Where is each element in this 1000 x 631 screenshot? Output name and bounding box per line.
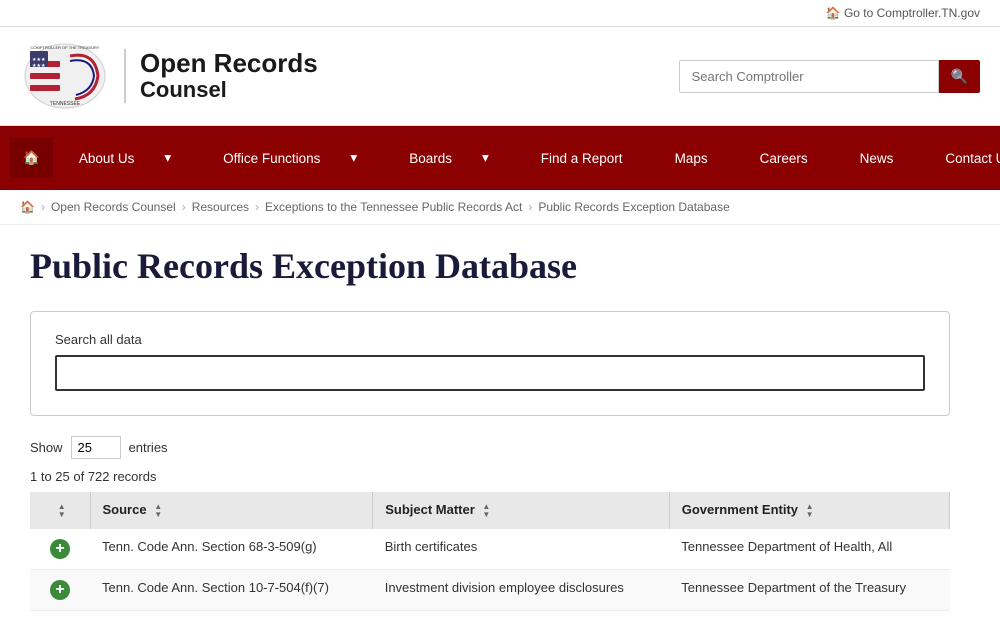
chevron-down-icon: ▾ [469, 138, 502, 178]
main-navbar: 🏠 About Us ▾ Office Functions ▾ Boards ▾… [0, 126, 1000, 190]
comptroller-link[interactable]: Go to Comptroller.TN.gov [844, 6, 980, 20]
main-content: Public Records Exception Database Search… [0, 225, 980, 631]
breadcrumb-sep-4: › [528, 200, 532, 214]
nav-news[interactable]: News [834, 127, 920, 190]
nav-careers[interactable]: Careers [734, 127, 834, 190]
nav-about-link[interactable]: About Us ▾ [53, 126, 197, 190]
row-subject-cell: Birth certificates [373, 529, 670, 570]
sort-icons-subject[interactable]: ▲▼ [482, 503, 490, 519]
nav-office-link[interactable]: Office Functions ▾ [197, 126, 383, 190]
logo-text: Open Records Counsel [124, 49, 318, 104]
table-row: + Tenn. Code Ann. Section 68-3-509(g) Bi… [30, 529, 950, 570]
logo-area: ★★★ ★★★ TENNESSEE COMPTROLLER OF THE TRE… [20, 41, 318, 111]
breadcrumb-orc[interactable]: Open Records Counsel [51, 200, 176, 214]
col-subject: Subject Matter ▲▼ [373, 492, 670, 529]
breadcrumb-resources[interactable]: Resources [192, 200, 249, 214]
col-gov-entity: Government Entity ▲▼ [669, 492, 949, 529]
header-search-area: 🔍 [679, 60, 980, 93]
breadcrumb-sep-1: › [41, 200, 45, 214]
nav-home-link[interactable]: 🏠 [10, 138, 53, 178]
sort-icons-entity[interactable]: ▲▼ [806, 503, 814, 519]
svg-text:TENNESSEE: TENNESSEE [50, 101, 81, 107]
tennessee-seal: ★★★ ★★★ TENNESSEE COMPTROLLER OF THE TRE… [20, 41, 110, 111]
nav-find-report-link[interactable]: Find a Report [515, 127, 649, 190]
nav-boards-link[interactable]: Boards ▾ [383, 126, 515, 190]
expand-button[interactable]: + [50, 580, 70, 600]
records-count: 1 to 25 of 722 records [30, 469, 950, 484]
nav-about[interactable]: About Us ▾ [53, 126, 197, 190]
row-expand-cell: + [30, 569, 90, 610]
site-title-line1: Open Records [140, 49, 318, 78]
table-body: + Tenn. Code Ann. Section 68-3-509(g) Bi… [30, 529, 950, 611]
breadcrumb-sep-2: › [182, 200, 186, 214]
nav-contact[interactable]: Contact Us [919, 127, 1000, 190]
search-card-label: Search all data [55, 332, 925, 347]
nav-office-functions[interactable]: Office Functions ▾ [197, 126, 383, 190]
nav-maps-link[interactable]: Maps [649, 127, 734, 190]
row-entity-cell: Tennessee Department of the Treasury [669, 569, 949, 610]
row-source-cell: Tenn. Code Ann. Section 68-3-509(g) [90, 529, 373, 570]
sort-icons[interactable]: ▲▼ [58, 503, 66, 519]
breadcrumb-current: Public Records Exception Database [538, 200, 729, 214]
nav-home[interactable]: 🏠 [10, 138, 53, 178]
nav-boards[interactable]: Boards ▾ [383, 126, 515, 190]
col-source: Source ▲▼ [90, 492, 373, 529]
nav-news-link[interactable]: News [834, 127, 920, 190]
breadcrumb-exceptions[interactable]: Exceptions to the Tennessee Public Recor… [265, 200, 522, 214]
page-title: Public Records Exception Database [30, 245, 950, 287]
col-expand: ▲▼ [30, 492, 90, 529]
row-source-cell: Tenn. Code Ann. Section 10-7-504(f)(7) [90, 569, 373, 610]
breadcrumb-home[interactable]: 🏠 [20, 200, 35, 214]
breadcrumb-sep-3: › [255, 200, 259, 214]
row-entity-cell: Tennessee Department of Health, All [669, 529, 949, 570]
row-expand-cell: + [30, 529, 90, 570]
chevron-down-icon: ▾ [151, 138, 184, 178]
chevron-down-icon: ▾ [337, 138, 370, 178]
site-header: ★★★ ★★★ TENNESSEE COMPTROLLER OF THE TRE… [0, 27, 1000, 126]
records-table: ▲▼ Source ▲▼ Subject Matter ▲▼ Governmen… [30, 492, 950, 611]
header-search-input[interactable] [679, 60, 939, 93]
expand-button[interactable]: + [50, 539, 70, 559]
home-icon: 🏠 [826, 6, 841, 20]
nav-contact-link[interactable]: Contact Us [919, 127, 1000, 190]
nav-maps[interactable]: Maps [649, 127, 734, 190]
svg-text:COMPTROLLER OF THE TREASURY: COMPTROLLER OF THE TREASURY [31, 45, 100, 50]
search-all-input[interactable] [55, 355, 925, 391]
nav-find-report[interactable]: Find a Report [515, 127, 649, 190]
entries-label: entries [129, 440, 168, 455]
header-search-button[interactable]: 🔍 [939, 60, 980, 93]
show-label: Show [30, 440, 63, 455]
breadcrumb: 🏠 › Open Records Counsel › Resources › E… [0, 190, 1000, 225]
top-bar: 🏠 Go to Comptroller.TN.gov [0, 0, 1000, 27]
nav-careers-link[interactable]: Careers [734, 127, 834, 190]
table-row: + Tenn. Code Ann. Section 10-7-504(f)(7)… [30, 569, 950, 610]
entries-input[interactable] [71, 436, 121, 459]
table-header-row: ▲▼ Source ▲▼ Subject Matter ▲▼ Governmen… [30, 492, 950, 529]
sort-icons-source[interactable]: ▲▼ [154, 503, 162, 519]
site-title-line2: Counsel [140, 77, 318, 103]
svg-text:★★★: ★★★ [32, 63, 46, 69]
row-subject-cell: Investment division employee disclosures [373, 569, 670, 610]
table-controls: Show entries [30, 436, 950, 459]
search-card: Search all data [30, 311, 950, 416]
navbar-items: 🏠 About Us ▾ Office Functions ▾ Boards ▾… [10, 126, 1000, 190]
